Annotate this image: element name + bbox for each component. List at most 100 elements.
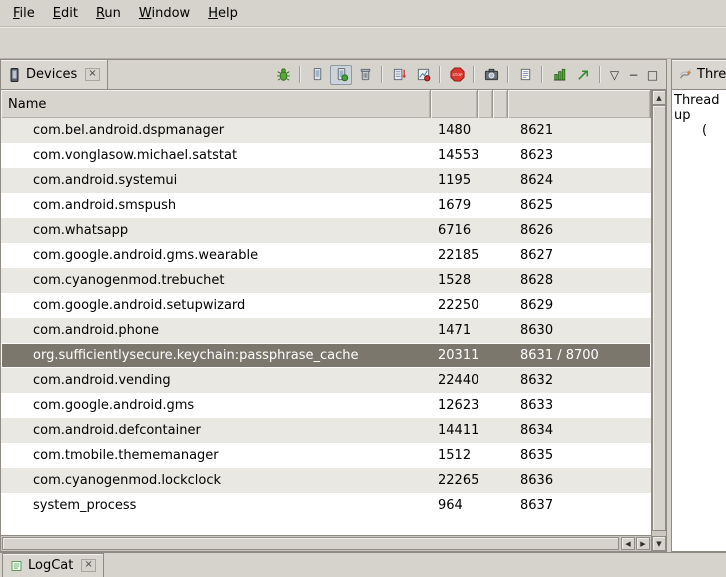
- toolbar-separator: [381, 66, 383, 83]
- table-row[interactable]: com.android.defcontainer 14411 8634: [1, 418, 651, 443]
- process-extra1: [478, 193, 493, 218]
- table-row[interactable]: com.vonglasow.michael.satstat 14553 8623: [1, 143, 651, 168]
- scroll-right-icon[interactable]: ▶: [636, 537, 650, 550]
- process-pid: 14411: [431, 418, 478, 443]
- process-extra2: [493, 293, 508, 318]
- table-row[interactable]: com.cyanogenmod.lockclock 22265 8636: [1, 468, 651, 493]
- table-row[interactable]: com.tmobile.thememanager 1512 8635: [1, 443, 651, 468]
- network-stats-icon[interactable]: [548, 65, 570, 85]
- process-name: com.google.android.gms: [1, 393, 431, 418]
- process-port: 8634: [508, 418, 651, 443]
- process-name: com.android.systemui: [1, 168, 431, 193]
- table-row[interactable]: com.android.vending 22440 8632: [1, 368, 651, 393]
- process-extra1: [478, 143, 493, 168]
- scroll-up-icon[interactable]: ▲: [652, 90, 666, 105]
- menu-edit[interactable]: Edit: [44, 2, 87, 24]
- tab-devices-label: Devices: [26, 67, 77, 82]
- process-pid: 1512: [431, 443, 478, 468]
- process-extra2: [493, 343, 508, 368]
- tab-threads[interactable]: Threads: [672, 60, 726, 89]
- view-menu-icon[interactable]: ▽: [606, 65, 623, 85]
- process-list: com.bel.android.dspmanager 1480 8621 com…: [1, 118, 651, 518]
- table-row[interactable]: com.google.android.gms.wearable 22185 86…: [1, 243, 651, 268]
- threads-panel-header: Threads: [672, 60, 726, 90]
- maximize-icon[interactable]: □: [644, 65, 661, 85]
- scroll-down-icon[interactable]: ▼: [652, 536, 666, 551]
- menu-run[interactable]: Run: [87, 2, 130, 24]
- main-toolbar: [0, 26, 726, 59]
- horizontal-scrollbar[interactable]: ◀ ▶: [1, 535, 651, 551]
- debug-icon[interactable]: [272, 65, 294, 85]
- process-pid: 14553: [431, 143, 478, 168]
- process-extra2: [493, 168, 508, 193]
- vscroll-thumb[interactable]: [652, 105, 666, 531]
- process-name: com.google.android.setupwizard: [1, 293, 431, 318]
- column-header-pid[interactable]: [431, 90, 478, 118]
- table-row[interactable]: com.cyanogenmod.trebuchet 1528 8628: [1, 268, 651, 293]
- process-pid: 12623: [431, 393, 478, 418]
- toolbar-separator: [507, 66, 509, 83]
- table-row[interactable]: com.android.smspush 1679 8625: [1, 193, 651, 218]
- process-name: com.whatsapp: [1, 218, 431, 243]
- column-header-extra2[interactable]: [493, 90, 508, 118]
- process-port: 8629: [508, 293, 651, 318]
- scroll-left-icon[interactable]: ◀: [621, 537, 635, 550]
- vscroll-track[interactable]: [652, 105, 666, 536]
- process-extra2: [493, 193, 508, 218]
- tab-threads-label: Threads: [697, 67, 726, 82]
- menu-file[interactable]: File: [4, 2, 44, 24]
- svg-text:STOP: STOP: [452, 73, 463, 77]
- table-row[interactable]: com.google.android.setupwizard 22250 862…: [1, 293, 651, 318]
- process-pid: 1528: [431, 268, 478, 293]
- process-extra1: [478, 293, 493, 318]
- table-row[interactable]: com.android.systemui 1195 8624: [1, 168, 651, 193]
- update-heap-icon[interactable]: [330, 65, 352, 85]
- column-header-port[interactable]: [508, 90, 651, 118]
- toolbar-separator: [599, 66, 601, 83]
- process-port: 8625: [508, 193, 651, 218]
- process-port: 8630: [508, 318, 651, 343]
- table-row[interactable]: com.bel.android.dspmanager 1480 8621: [1, 118, 651, 143]
- toolbar-separator: [299, 66, 301, 83]
- gc-icon[interactable]: [354, 65, 376, 85]
- tab-devices[interactable]: Devices ×: [1, 60, 108, 89]
- method-profiling-icon[interactable]: [412, 65, 434, 85]
- process-port: 8623: [508, 143, 651, 168]
- devices-panel: Devices ×: [0, 59, 667, 552]
- column-header-name[interactable]: Name: [1, 90, 431, 118]
- process-extra2: [493, 443, 508, 468]
- table-row[interactable]: com.google.android.gms 12623 8633: [1, 393, 651, 418]
- process-extra1: [478, 168, 493, 193]
- process-extra2: [493, 418, 508, 443]
- table-row[interactable]: system_process 964 8637: [1, 493, 651, 518]
- vertical-scrollbar[interactable]: ▲ ▼: [651, 90, 666, 551]
- menu-window[interactable]: Window: [130, 2, 199, 24]
- start-tracing-icon[interactable]: [572, 65, 594, 85]
- tab-logcat[interactable]: LogCat ×: [2, 553, 104, 577]
- heap-icon[interactable]: [306, 65, 328, 85]
- process-name: com.android.smspush: [1, 193, 431, 218]
- process-name: com.android.vending: [1, 368, 431, 393]
- capture-system-info-icon[interactable]: [514, 65, 536, 85]
- column-header-extra1[interactable]: [478, 90, 493, 118]
- close-icon[interactable]: ×: [81, 559, 95, 572]
- process-pid: 1480: [431, 118, 478, 143]
- stop-icon[interactable]: STOP: [446, 65, 468, 85]
- table-row[interactable]: com.whatsapp 6716 8626: [1, 218, 651, 243]
- process-name: com.android.defcontainer: [1, 418, 431, 443]
- hscroll-thumb[interactable]: [2, 537, 619, 550]
- process-port: 8624: [508, 168, 651, 193]
- table-row[interactable]: com.android.phone 1471 8630: [1, 318, 651, 343]
- minimize-icon[interactable]: −: [625, 65, 642, 85]
- process-extra1: [478, 268, 493, 293]
- screen-capture-icon[interactable]: [480, 65, 502, 85]
- process-extra1: [478, 218, 493, 243]
- table-row[interactable]: org.sufficientlysecure.keychain:passphra…: [1, 343, 651, 368]
- threads-message-line1: Thread up: [674, 93, 724, 123]
- update-threads-icon[interactable]: [388, 65, 410, 85]
- process-port: 8628: [508, 268, 651, 293]
- toolbar-separator: [439, 66, 441, 83]
- process-extra1: [478, 318, 493, 343]
- menu-help[interactable]: Help: [199, 2, 247, 24]
- close-icon[interactable]: ×: [85, 68, 99, 81]
